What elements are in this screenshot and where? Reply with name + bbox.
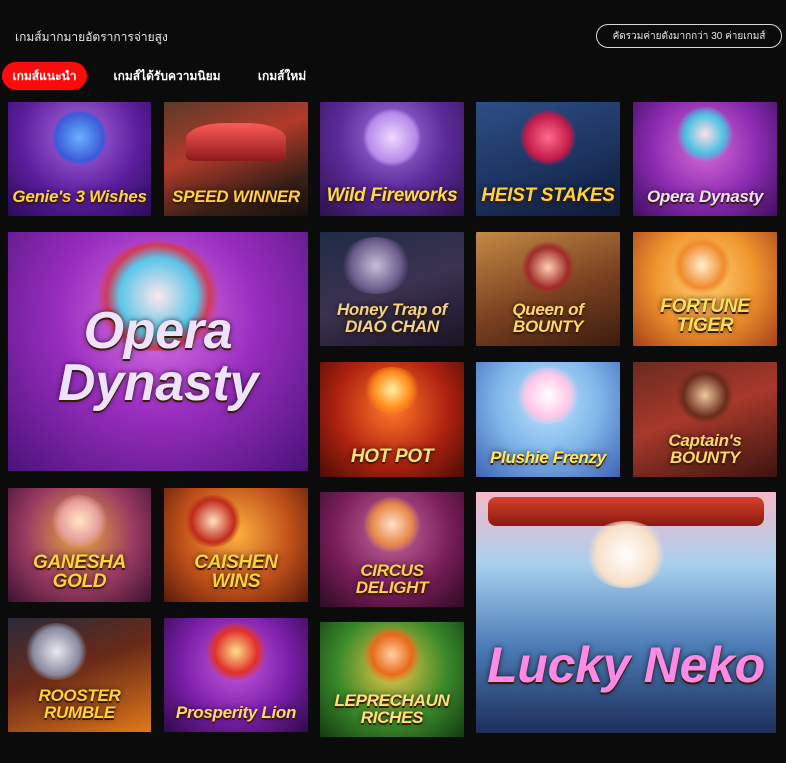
game-title: GANESHA GOLD bbox=[33, 551, 126, 592]
game-title: CAISHEN WINS bbox=[194, 551, 278, 592]
unicorn-plush-icon bbox=[516, 366, 580, 425]
game-tile-circus-delight[interactable]: CIRCUS DELIGHT bbox=[320, 492, 464, 607]
race-car-icon bbox=[185, 122, 287, 162]
tiger-icon bbox=[673, 236, 731, 294]
game-tile-ganesha-gold[interactable]: GANESHA GOLD bbox=[8, 488, 151, 602]
thief-character-icon bbox=[519, 108, 577, 166]
moon-icon bbox=[363, 108, 421, 166]
pirate-queen-icon bbox=[522, 241, 574, 294]
game-title: Lucky Neko bbox=[487, 636, 765, 693]
game-title: ROOSTER RUMBLE bbox=[38, 685, 121, 722]
tab-new[interactable]: เกมส์ใหม่ bbox=[250, 62, 314, 90]
game-title: Queen of BOUNTY bbox=[512, 299, 584, 336]
game-title: HOT POT bbox=[350, 445, 434, 467]
game-tile-wild-fireworks[interactable]: Wild Fireworks bbox=[320, 102, 464, 216]
game-tile-diao-chan[interactable]: Honey Trap of DIAO CHAN bbox=[320, 232, 464, 346]
game-title: CIRCUS DELIGHT bbox=[355, 560, 429, 597]
opera-character-icon bbox=[676, 106, 734, 162]
game-title: SPEED WINNER bbox=[172, 186, 300, 206]
game-tile-lucky-neko[interactable]: Lucky Neko bbox=[476, 492, 776, 733]
section-heading: เกมส์มากมายอัตราการจ่ายสูง bbox=[15, 30, 168, 44]
game-tile-opera-dynasty-featured[interactable]: Opera Dynasty bbox=[8, 232, 308, 471]
game-title: Wild Fireworks bbox=[326, 184, 458, 206]
game-title: HEIST STAKES bbox=[481, 184, 615, 206]
game-tile-hot-pot[interactable]: HOT POT bbox=[320, 362, 464, 477]
game-title: LEPRECHAUN RICHES bbox=[334, 690, 450, 727]
tab-recommended[interactable]: เกมส์แนะนำ bbox=[2, 62, 87, 90]
game-tile-fortune-tiger[interactable]: FORTUNE TIGER bbox=[633, 232, 777, 346]
game-title: Opera Dynasty bbox=[57, 301, 259, 412]
game-title: Honey Trap of DIAO CHAN bbox=[336, 299, 448, 336]
ringmaster-icon bbox=[363, 496, 421, 552]
game-tile-plushie-frenzy[interactable]: Plushie Frenzy bbox=[476, 362, 620, 477]
game-title: Genie's 3 Wishes bbox=[12, 186, 147, 206]
leprechaun-icon bbox=[363, 626, 421, 682]
game-title: FORTUNE TIGER bbox=[660, 295, 750, 336]
flame-icon bbox=[363, 366, 421, 413]
game-title: Captain's BOUNTY bbox=[668, 430, 742, 467]
game-tile-prosperity-lion[interactable]: Prosperity Lion bbox=[164, 618, 308, 732]
game-tile-opera-dynasty-small[interactable]: Opera Dynasty bbox=[633, 102, 777, 216]
providers-promo-button[interactable]: คัดรวมค่ายดังมากกว่า 30 ค่ายเกมส์ bbox=[596, 24, 782, 48]
game-tile-captains-bounty[interactable]: Captain's BOUNTY bbox=[633, 362, 777, 477]
pirate-captain-icon bbox=[676, 368, 734, 422]
rooster-icon bbox=[25, 622, 89, 680]
game-tile-genies-3-wishes[interactable]: Genie's 3 Wishes bbox=[8, 102, 151, 216]
caishen-icon bbox=[184, 494, 242, 548]
tab-popular[interactable]: เกมส์ได้รับความนิยม bbox=[108, 62, 226, 90]
lucky-cat-icon bbox=[584, 520, 668, 589]
fan-icon bbox=[340, 236, 413, 294]
game-title: Plushie Frenzy bbox=[490, 447, 606, 467]
ganesha-icon bbox=[50, 494, 109, 548]
game-tile-heist-stakes[interactable]: HEIST STAKES bbox=[476, 102, 620, 216]
game-tile-speed-winner[interactable]: SPEED WINNER bbox=[164, 102, 308, 216]
genie-icon bbox=[50, 108, 109, 166]
lion-dance-icon bbox=[204, 622, 268, 680]
game-tile-leprechaun-riches[interactable]: LEPRECHAUN RICHES bbox=[320, 622, 464, 737]
game-title: Prosperity Lion bbox=[175, 702, 297, 722]
game-tile-queen-of-bounty[interactable]: Queen of BOUNTY bbox=[476, 232, 620, 346]
game-tile-rooster-rumble[interactable]: ROOSTER RUMBLE bbox=[8, 618, 151, 732]
top-bar: เกมส์มากมายอัตราการจ่ายสูง คัดรวมค่ายดัง… bbox=[0, 0, 786, 60]
game-title: Opera Dynasty bbox=[646, 186, 764, 206]
game-tile-caishen-wins[interactable]: CAISHEN WINS bbox=[164, 488, 308, 602]
